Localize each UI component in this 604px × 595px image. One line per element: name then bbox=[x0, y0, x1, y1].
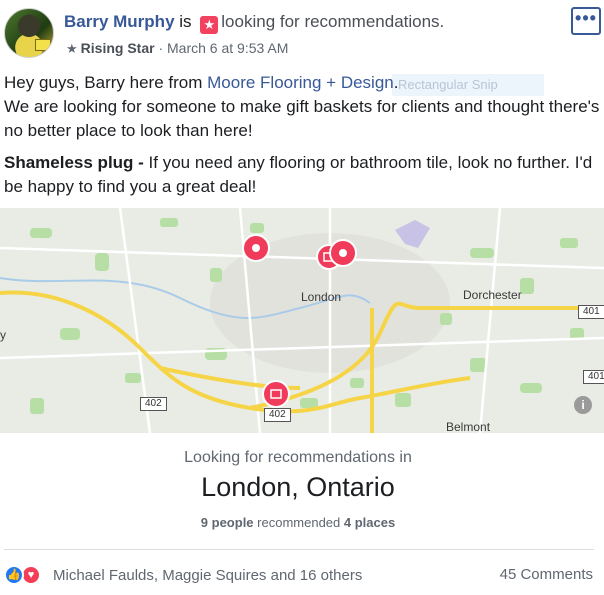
post-paragraph-1: Hey guys, Barry here from Moore Flooring… bbox=[4, 71, 600, 143]
highway-402-shield-mid: 402 bbox=[264, 408, 291, 422]
like-reaction-icon[interactable]: 👍 bbox=[4, 565, 24, 585]
post-meta: ★ Rising Star · March 6 at 9:53 AM bbox=[66, 40, 288, 57]
comments-count-link[interactable]: 45 Comments bbox=[500, 566, 593, 583]
body-text-request: We are looking for someone to make gift … bbox=[4, 97, 600, 140]
recommendation-star-icon: ★ bbox=[200, 16, 219, 34]
rising-star-icon: ★ bbox=[66, 41, 78, 56]
post-header: Barry Murphy is ★ looking for recommendat… bbox=[0, 0, 604, 70]
reactors-link[interactable]: Michael Faulds, Maggie Squires and 16 ot… bbox=[53, 567, 362, 584]
love-reaction-icon[interactable]: ♥ bbox=[21, 565, 41, 585]
recommendation-location[interactable]: London, Ontario bbox=[0, 472, 596, 503]
recommendation-title: Looking for recommendations in bbox=[184, 449, 412, 466]
recommendation-counts: 9 people recommended 4 places bbox=[0, 515, 596, 530]
post-footer: 👍 ♥ Michael Faulds, Maggie Squires and 1… bbox=[0, 560, 604, 592]
highway-401-shield-edge: 401 bbox=[583, 370, 604, 384]
map-info-icon[interactable]: i bbox=[574, 396, 592, 414]
map-canvas bbox=[0, 208, 604, 433]
business-page-link[interactable]: Moore Flooring + Design bbox=[207, 73, 394, 92]
places-count[interactable]: 4 places bbox=[344, 515, 395, 530]
recommendations-map[interactable]: London Dorchester Belmont y 401 401 402 … bbox=[0, 208, 604, 433]
more-options-button[interactable]: ••• bbox=[571, 7, 601, 35]
people-count[interactable]: 9 people bbox=[201, 515, 254, 530]
activity-text: looking for recommendations. bbox=[221, 12, 445, 31]
map-label-belmont: Belmont bbox=[446, 420, 491, 433]
post-title-line: Barry Murphy is ★ looking for recommendat… bbox=[64, 12, 444, 34]
footer-divider bbox=[4, 549, 594, 550]
is-text: is bbox=[179, 12, 192, 31]
highway-402-shield: 402 bbox=[140, 397, 167, 411]
avatar-flag bbox=[35, 39, 51, 51]
body-text-period: . bbox=[393, 73, 399, 92]
post-timestamp[interactable]: March 6 at 9:53 AM bbox=[167, 40, 288, 56]
map-label-london: London bbox=[301, 290, 342, 304]
recommended-text: recommended bbox=[253, 515, 344, 530]
post-paragraph-2: Shameless plug - If you need any floorin… bbox=[4, 151, 600, 199]
map-pin-4 bbox=[262, 380, 290, 408]
map-label-dorchester: Dorchester bbox=[463, 288, 522, 302]
rising-star-badge[interactable]: Rising Star bbox=[81, 40, 155, 56]
body-text-plug-label: Shameless plug - bbox=[4, 153, 144, 172]
avatar[interactable] bbox=[4, 8, 54, 58]
body-text-intro: Hey guys, Barry here from bbox=[4, 73, 208, 92]
meta-separator: · bbox=[158, 40, 168, 56]
post-body: Hey guys, Barry here from Moore Flooring… bbox=[4, 71, 600, 207]
highway-401-shield: 401 bbox=[578, 305, 604, 319]
map-label-edge: y bbox=[0, 328, 6, 342]
author-name-link[interactable]: Barry Murphy bbox=[64, 12, 175, 31]
